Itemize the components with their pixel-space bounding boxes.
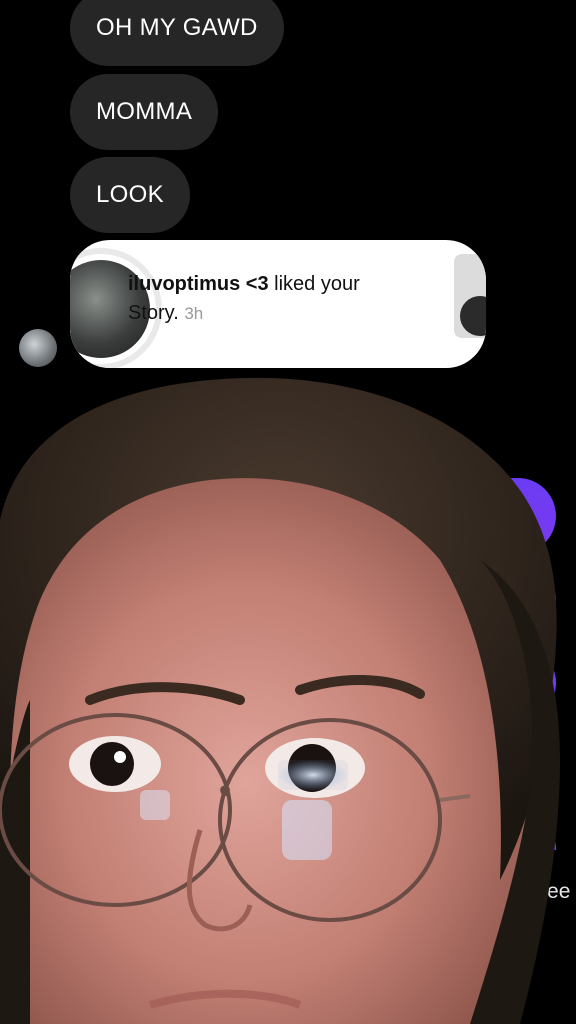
notification-username: iluvoptimus <3 — [128, 273, 269, 295]
message-bubble-incoming[interactable]: LOOK — [70, 157, 190, 233]
glasses-right-lens — [218, 718, 442, 922]
message-bubble-outgoing[interactable]: WHAT — [436, 478, 556, 554]
message-timestamp: 7:34 PM — [290, 410, 361, 431]
hair — [0, 377, 557, 880]
scroll-indicator — [552, 770, 556, 800]
story-like-card[interactable]: iluvoptimus <3 liked your Story. 3h — [70, 240, 486, 368]
story-thumbnail — [454, 254, 486, 338]
message-bubble-outgoing[interactable]: AH — [464, 562, 556, 638]
notification-object: Story. — [128, 302, 179, 324]
message-text: OH MY GAWD — [96, 14, 258, 41]
message-text: AH — [496, 586, 530, 613]
left-eye — [69, 736, 161, 792]
partial-caption: ed fee — [512, 880, 571, 903]
message-bubble-outgoing[interactable]: IE — [470, 645, 556, 721]
message-text: LOOK — [96, 181, 164, 208]
notification-time: 3h — [184, 304, 204, 323]
message-text: MOMMA — [96, 98, 193, 125]
glasses-left-lens — [0, 713, 232, 907]
message-bubble-incoming[interactable]: MOMMA — [70, 74, 219, 150]
message-text: WHAT — [461, 502, 530, 529]
message-bubble-incoming[interactable]: OH MY GAWD — [70, 0, 284, 66]
message-text: IE — [507, 669, 530, 696]
right-eye — [265, 738, 365, 798]
story-like-text: iluvoptimus <3 liked your Story. 3h — [128, 270, 398, 328]
sender-avatar[interactable] — [19, 329, 57, 367]
story-thumbnail-image — [460, 296, 486, 336]
message-bubble-outgoing-partial — [522, 830, 556, 850]
notification-action: liked your — [268, 273, 360, 295]
